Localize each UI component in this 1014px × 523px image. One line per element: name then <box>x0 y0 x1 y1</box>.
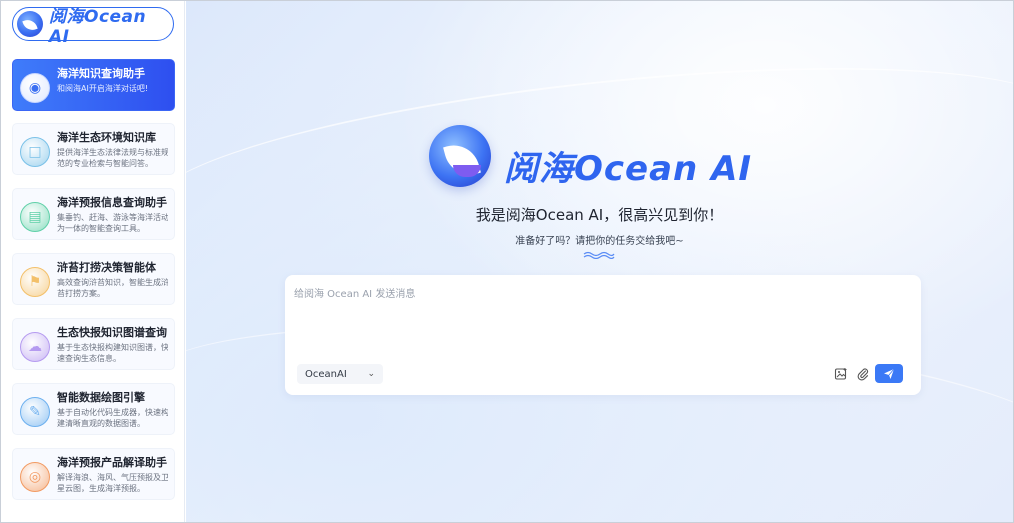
image-upload-icon[interactable] <box>833 366 849 382</box>
main-panel: 阅海Ocean AI 我是阅海Ocean AI，很高兴见到你！ 准备好了吗？请把… <box>186 1 1013 522</box>
greeting-text: 我是阅海Ocean AI，很高兴见到你！ <box>475 206 724 224</box>
sidebar-item[interactable]: ⚑ 浒苔打捞决策智能体 高效查询浒苔知识，智能生成浒苔打捞方案。 <box>12 253 175 305</box>
sidebar-item-text: 海洋预报产品解译助手解译海浪、海风、气压预报及卫星云图，生成海洋预报。 <box>57 456 168 494</box>
send-button[interactable] <box>875 364 903 383</box>
sidebar-item-description: 解译海浪、海风、气压预报及卫星云图，生成海洋预报。 <box>57 473 168 493</box>
book-icon: □ <box>20 137 50 167</box>
sidebar-item-title: 海洋生态环境知识库 <box>57 131 156 144</box>
sidebar-item-description: 高效查询浒苔知识，智能生成浒苔打捞方案。 <box>57 278 168 298</box>
sidebar-item-description: 基于自动化代码生成器，快速构建清晰直观的数据图谱。 <box>57 408 168 428</box>
sidebar: 阅海Ocean AI ◉ 海洋知识查询助手 和阅海AI开启海洋对话吧! □ 海洋生态环境… <box>1 1 185 522</box>
flag-icon: ⚑ <box>20 267 50 297</box>
sidebar-item[interactable]: ☁ 生态快报知识图谱查询 基于生态快报构建知识图谱，快速查询生态信息。 <box>12 318 175 370</box>
edit-icon: ✎ <box>20 397 50 427</box>
send-icon <box>884 368 895 379</box>
sidebar-item[interactable]: ◉ 海洋知识查询助手和阅海AI开启海洋对话吧! <box>12 59 175 111</box>
sidebar-item-description: 基于生态快报构建知识图谱，快速查询生态信息。 <box>57 343 168 363</box>
sidebar-item-title: 海洋预报信息查询助手 <box>57 196 167 209</box>
sidebar-item[interactable]: □ 海洋生态环境知识库 提供海洋生态法律法规与标准规范的专业检索与智能问答。 <box>12 123 175 175</box>
sidebar-item-title: 生态快报知识图谱查询 <box>57 326 167 339</box>
cloud-icon: ☁ <box>20 332 50 362</box>
app-window: 阅海Ocean AI ◉ 海洋知识查询助手 和阅海AI开启海洋对话吧! □ 海洋生态环境… <box>0 0 1014 523</box>
model-select[interactable]: OceanAI ⌄ <box>297 364 383 384</box>
sidebar-item-text: 浒苔打捞决策智能体高效查询浒苔知识，智能生成浒苔打捞方案。 <box>57 261 168 299</box>
sidebar-item-text: 海洋生态环境知识库提供海洋生态法律法规与标准规范的专业检索与智能问答。 <box>57 131 168 169</box>
paperclip-icon[interactable] <box>855 366 871 382</box>
subtitle-text: 准备好了吗？请把你的任务交给我吧~ <box>515 236 684 247</box>
sidebar-item-text: 海洋知识查询助手和阅海AI开启海洋对话吧! <box>57 67 168 94</box>
wave-divider-icon <box>583 251 615 259</box>
brand-logo-button[interactable]: 阅海Ocean AI <box>12 7 174 47</box>
sidebar-item-description: 提供海洋生态法律法规与标准规范的专业检索与智能问答。 <box>57 148 168 168</box>
layers-icon: ▤ <box>20 202 50 232</box>
sidebar-item-title: 浒苔打捞决策智能体 <box>57 261 156 274</box>
ocean-logo-icon <box>429 125 491 187</box>
brand-name: 阅海Ocean AI <box>49 6 147 47</box>
sidebar-item[interactable]: ▤ 海洋预报信息查询助手 集垂钓、赶海、游泳等海洋活动为一体的智能查询工具。 <box>12 188 175 240</box>
sidebar-item[interactable]: ✎ 智能数据绘图引擎 基于自动化代码生成器，快速构建清晰直观的数据图谱。 <box>12 383 175 435</box>
hero-title: 阅海Ocean AI <box>504 149 753 189</box>
sidebar-item-description: 和阅海AI开启海洋对话吧! <box>57 84 149 93</box>
sidebar-item-text: 智能数据绘图引擎基于自动化代码生成器，快速构建清晰直观的数据图谱。 <box>57 391 168 429</box>
sidebar-item-title: 海洋知识查询助手 <box>57 67 145 80</box>
chevron-down-icon: ⌄ <box>367 369 375 379</box>
chat-composer: OceanAI ⌄ <box>285 275 921 395</box>
sidebar-item-text: 海洋预报信息查询助手集垂钓、赶海、游泳等海洋活动为一体的智能查询工具。 <box>57 196 168 234</box>
model-select-value: OceanAI <box>305 368 347 380</box>
message-input[interactable] <box>294 285 904 355</box>
sidebar-item-title: 海洋预报产品解译助手 <box>57 456 167 469</box>
sidebar-item-text: 生态快报知识图谱查询基于生态快报构建知识图谱，快速查询生态信息。 <box>57 326 168 364</box>
sidebar-item-title: 智能数据绘图引擎 <box>57 391 145 404</box>
ocean-logo-icon <box>17 11 43 37</box>
target-icon: ◎ <box>20 462 50 492</box>
robot-icon: ◉ <box>20 73 50 103</box>
sidebar-item[interactable]: ◎ 海洋预报产品解译助手 解译海浪、海风、气压预报及卫星云图，生成海洋预报。 <box>12 448 175 500</box>
sidebar-item-description: 集垂钓、赶海、游泳等海洋活动为一体的智能查询工具。 <box>57 213 168 233</box>
